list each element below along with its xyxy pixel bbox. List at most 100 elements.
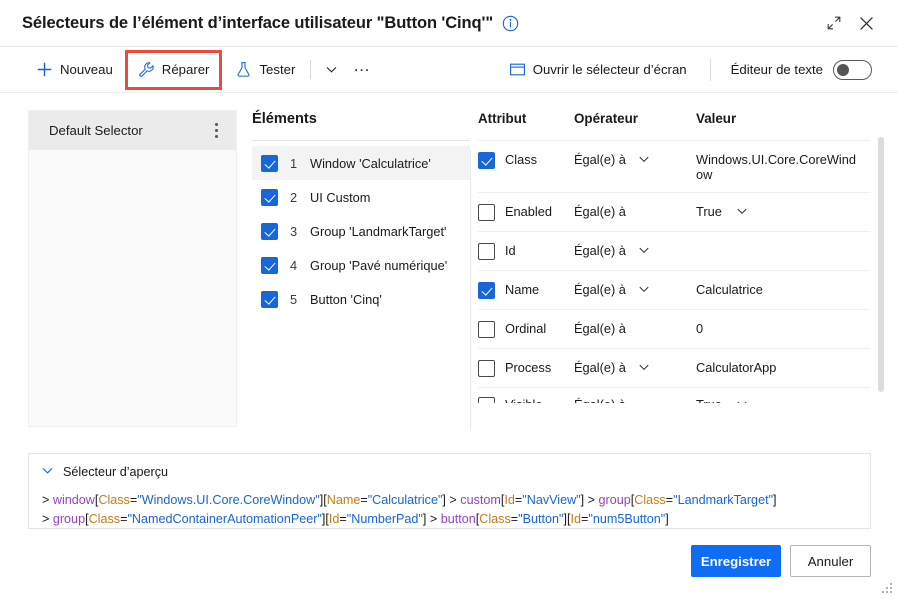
sidebar-item-default-selector[interactable]: Default Selector [29, 111, 236, 150]
preview-selector-header[interactable]: Sélecteur d’aperçu [29, 454, 870, 480]
element-row-2[interactable]: 2 UI Custom [252, 180, 470, 214]
operator-label-process: Égal(e) à [574, 360, 626, 375]
table-row[interactable]: Id Égal(e) à [478, 231, 870, 270]
expand-diagonal-icon[interactable] [818, 7, 850, 39]
element-row-3[interactable]: 3 Group 'LandmarkTarget' [252, 214, 470, 248]
selector-expression[interactable]: > window[Class="Windows.UI.Core.CoreWind… [29, 480, 870, 529]
ellipsis-icon[interactable]: … [347, 55, 377, 85]
attribute-checkbox-enabled[interactable] [478, 204, 495, 221]
operator-cell[interactable]: Égal(e) à [574, 152, 696, 168]
chevron-down-icon[interactable] [638, 244, 650, 259]
value-cell[interactable]: Windows.UI.Core.CoreWindow [696, 152, 870, 182]
cancel-button[interactable]: Annuler [790, 545, 871, 577]
attribute-checkbox-id[interactable] [478, 243, 495, 260]
preview-selector-panel: Sélecteur d’aperçu > window[Class="Windo… [28, 453, 871, 529]
operator-cell[interactable]: Égal(e) à [574, 397, 696, 403]
attribute-cell: Enabled [478, 204, 574, 221]
attribute-cell: Ordinal [478, 321, 574, 338]
text-editor-toggle-group[interactable]: Éditeur de texte [730, 59, 872, 80]
selector-attr: Name [326, 493, 361, 507]
chevron-down-icon[interactable] [638, 153, 650, 168]
attribute-cell: Process [478, 360, 574, 377]
selector-value: "NavView" [522, 493, 581, 507]
selector-tag: group [52, 512, 86, 526]
element-label-4: Group 'Pavé numérique' [310, 257, 448, 273]
flask-icon [235, 61, 252, 78]
open-screen-selector-label: Ouvrir le sélecteur d’écran [532, 62, 687, 77]
element-checkbox-2[interactable] [261, 188, 278, 206]
attribute-checkbox-ordinal[interactable] [478, 321, 495, 338]
selector-value: "Button" [518, 512, 564, 526]
test-button[interactable]: Tester [226, 54, 304, 86]
resize-grip[interactable] [882, 583, 894, 595]
new-button-label: Nouveau [60, 62, 113, 77]
value-cell[interactable]: True [696, 204, 870, 220]
element-label-5: Button 'Cinq' [310, 291, 382, 307]
selector-tag: window [52, 493, 95, 507]
elements-panel: Éléments 1 Window 'Calculatrice' 2 UI Cu… [252, 111, 470, 431]
element-index-2: 2 [290, 189, 298, 205]
scrollbar-thumb[interactable] [878, 137, 884, 392]
panel-divider [470, 149, 471, 431]
new-button[interactable]: Nouveau [27, 54, 122, 86]
element-row-5[interactable]: 5 Button 'Cinq' [252, 282, 470, 316]
table-row[interactable]: Visible Égal(e) à True [478, 387, 870, 403]
value-cell[interactable]: 0 [696, 321, 870, 336]
table-row[interactable]: Ordinal Égal(e) à 0 [478, 309, 870, 348]
operator-cell[interactable]: Égal(e) à [574, 321, 696, 336]
selector-sep: > [584, 493, 599, 507]
elements-heading: Éléments [252, 111, 317, 127]
element-row-1[interactable]: 1 Window 'Calculatrice' [252, 146, 470, 180]
open-screen-selector-button[interactable]: Ouvrir le sélecteur d’écran [500, 54, 696, 86]
selector-tag: group [598, 493, 631, 507]
attribute-cell: Visible [478, 397, 574, 403]
chevron-down-icon[interactable] [317, 55, 345, 85]
attribute-name-visible: Visible [505, 397, 542, 403]
attribute-checkbox-process[interactable] [478, 360, 495, 377]
attribute-checkbox-visible[interactable] [478, 397, 495, 403]
repair-button[interactable]: Réparer [124, 49, 223, 90]
save-button[interactable]: Enregistrer [691, 545, 781, 577]
toggle-knob [837, 63, 849, 76]
close-icon[interactable] [850, 7, 882, 39]
table-row[interactable]: Name Égal(e) à Calculatrice [478, 270, 870, 309]
element-checkbox-1[interactable] [261, 154, 278, 172]
operator-cell[interactable]: Égal(e) à [574, 204, 696, 219]
element-index-3: 3 [290, 223, 298, 239]
selector-value: "Windows.UI.Core.CoreWindow" [137, 493, 320, 507]
operator-cell[interactable]: Égal(e) à [574, 243, 696, 259]
value-cell[interactable]: True [696, 397, 870, 403]
attributes-scrollbar[interactable] [878, 137, 884, 423]
text-editor-toggle[interactable] [833, 59, 872, 80]
kebab-menu-icon[interactable] [204, 117, 228, 145]
elements-divider [252, 140, 470, 141]
table-row[interactable]: Class Égal(e) à Windows.UI.Core.CoreWind… [478, 140, 870, 192]
text-editor-label: Éditeur de texte [730, 62, 823, 77]
element-checkbox-5[interactable] [261, 290, 278, 308]
value-cell[interactable]: Calculatrice [696, 282, 870, 297]
table-row[interactable]: Enabled Égal(e) à True [478, 192, 870, 231]
chevron-down-icon[interactable] [638, 361, 650, 376]
attribute-checkbox-class[interactable] [478, 152, 495, 169]
value-cell[interactable]: CalculatorApp [696, 360, 870, 375]
operator-cell[interactable]: Égal(e) à [574, 282, 696, 298]
chevron-down-icon[interactable] [736, 205, 748, 220]
chevron-down-icon[interactable] [736, 398, 748, 403]
element-index-4: 4 [290, 257, 298, 273]
table-row[interactable]: Process Égal(e) à CalculatorApp [478, 348, 870, 387]
element-checkbox-3[interactable] [261, 222, 278, 240]
attribute-name-id: Id [505, 243, 516, 258]
operator-cell[interactable]: Égal(e) à [574, 360, 696, 376]
element-checkbox-4[interactable] [261, 256, 278, 274]
attribute-name-name: Name [505, 282, 540, 297]
element-row-4[interactable]: 4 Group 'Pavé numérique' [252, 248, 470, 282]
chevron-down-icon[interactable] [638, 283, 650, 298]
attribute-cell: Name [478, 282, 574, 299]
operator-label-class: Égal(e) à [574, 152, 626, 167]
attribute-checkbox-name[interactable] [478, 282, 495, 299]
chevron-down-icon[interactable] [41, 464, 54, 480]
operator-label-ordinal: Égal(e) à [574, 321, 626, 336]
info-icon[interactable] [502, 15, 519, 32]
selector-tag: button [440, 512, 476, 526]
selector-attr: Id [570, 512, 582, 526]
